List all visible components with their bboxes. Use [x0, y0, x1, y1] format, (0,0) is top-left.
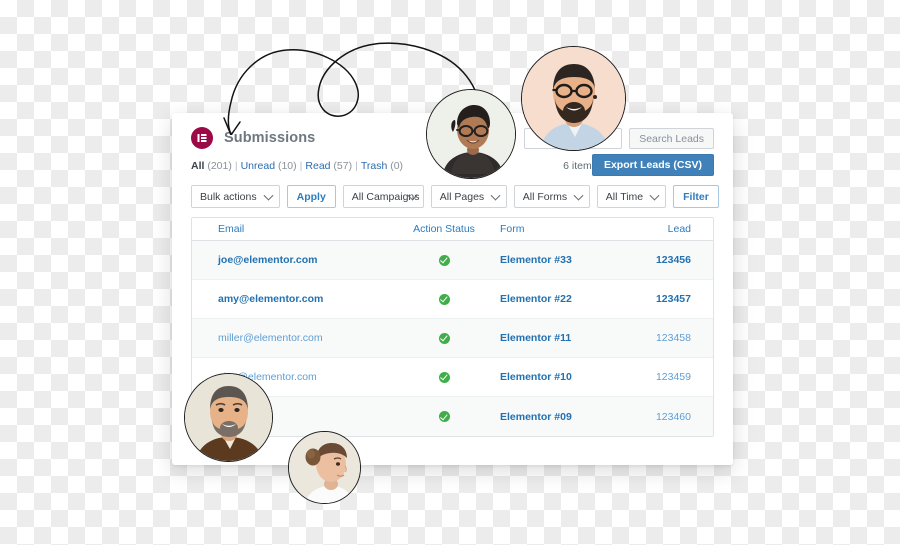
avatar-smiling-man: [184, 373, 273, 462]
forms-select[interactable]: All Forms: [513, 185, 590, 208]
pages-select[interactable]: All Pages: [430, 185, 507, 208]
campaigns-select[interactable]: All Campaigns: [342, 185, 424, 208]
cell-lead[interactable]: 123460: [656, 411, 691, 423]
status-ok-icon: [438, 411, 450, 423]
table-header-row: Email Action Status Form Lead: [192, 218, 713, 241]
cell-form[interactable]: Elementor #11: [500, 332, 571, 344]
avatar-woman-bun: [288, 431, 361, 504]
column-header-form[interactable]: Form: [496, 223, 616, 235]
status-ok-icon: [438, 371, 450, 383]
chevron-down-icon: [573, 190, 584, 201]
apply-button[interactable]: Apply: [286, 185, 336, 208]
status-ok-icon: [438, 293, 450, 305]
status-link-read[interactable]: Read (57): [305, 160, 352, 172]
cell-email[interactable]: joe@elementor.com: [218, 254, 318, 266]
status-ok-icon: [438, 254, 450, 266]
time-select[interactable]: All Time: [596, 185, 667, 208]
table-row[interactable]: joe@elementor.com Elementor #33 123456: [192, 241, 713, 280]
bulk-actions-select[interactable]: Bulk actions: [191, 185, 280, 208]
cell-lead[interactable]: 123457: [656, 293, 691, 305]
table-row[interactable]: amy@elementor.com Elementor #22 123457: [192, 280, 713, 319]
chevron-down-icon: [490, 190, 501, 201]
status-link-unread[interactable]: Unread (10): [241, 160, 297, 172]
panel-header: Submissions: [191, 127, 315, 149]
table-row[interactable]: alex@elementor.com Elementor #10 123459: [192, 358, 713, 397]
page-title: Submissions: [224, 130, 316, 146]
elementor-logo-icon: [191, 127, 213, 149]
separator-2: |: [299, 160, 303, 172]
status-link-all[interactable]: All (201): [191, 160, 232, 172]
pages-value: All Pages: [439, 190, 485, 203]
status-link-trash[interactable]: Trash (0): [361, 160, 403, 172]
cell-lead[interactable]: 123459: [656, 371, 691, 383]
cell-email[interactable]: miller@elementor.com: [218, 332, 323, 344]
cell-lead[interactable]: 123458: [656, 332, 691, 344]
filter-button[interactable]: Filter: [673, 185, 719, 208]
avatar-woman-glasses: [426, 89, 516, 179]
cell-form[interactable]: Elementor #09: [500, 411, 572, 423]
time-value: All Time: [605, 190, 644, 203]
screenshot-stage: Submissions Search Leads All (201) | Unrea…: [0, 0, 900, 545]
cell-form[interactable]: Elementor #10: [500, 371, 572, 383]
cell-lead[interactable]: 123456: [656, 254, 691, 266]
avatar-bearded-man: [521, 46, 626, 151]
export-leads-button[interactable]: Export Leads (CSV): [591, 154, 714, 176]
forms-value: All Forms: [522, 190, 568, 203]
cell-email[interactable]: amy@elementor.com: [218, 293, 323, 305]
chevron-down-icon: [649, 190, 660, 201]
table-row[interactable]: miller@elementor.com Elementor #11 12345…: [192, 319, 713, 358]
column-header-email[interactable]: Email: [192, 223, 392, 235]
chevron-down-icon: [263, 190, 274, 201]
column-header-action-status[interactable]: Action Status: [392, 223, 496, 235]
status-filter-links: All (201) | Unread (10) | Read (57) | Trash (0…: [191, 160, 403, 172]
separator-3: |: [355, 160, 358, 172]
bulk-actions-value: Bulk actions: [200, 190, 257, 203]
cell-form[interactable]: Elementor #22: [500, 293, 572, 305]
column-header-lead[interactable]: Lead: [616, 223, 713, 235]
separator-1: |: [234, 160, 238, 172]
filters-toolbar: Bulk actions Apply All Campaigns All Pag…: [191, 185, 719, 208]
status-ok-icon: [438, 332, 450, 344]
cell-form[interactable]: Elementor #33: [500, 254, 572, 266]
search-leads-button[interactable]: Search Leads: [629, 128, 714, 149]
